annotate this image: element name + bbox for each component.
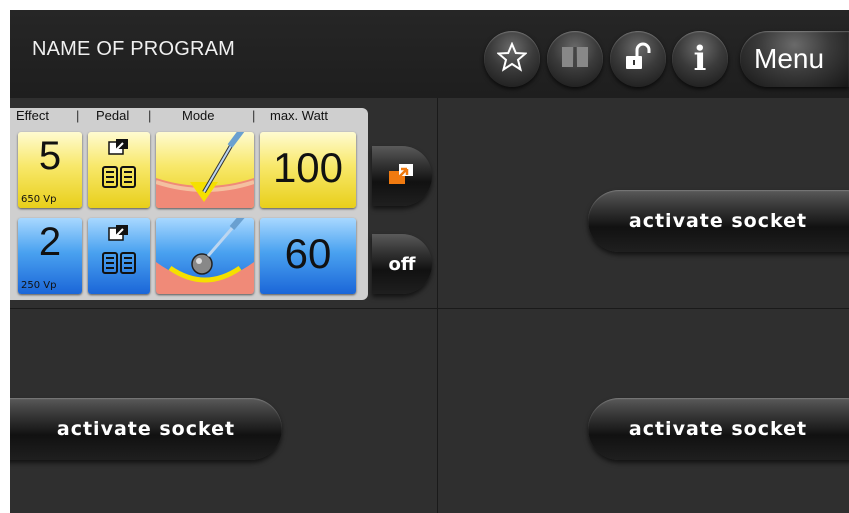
off-button[interactable]: off bbox=[372, 234, 432, 294]
footswitch-icon bbox=[102, 166, 136, 188]
mode-tile[interactable] bbox=[156, 218, 254, 294]
activate-socket-button-top-right[interactable]: activate socket bbox=[588, 190, 849, 252]
favorite-button[interactable] bbox=[484, 31, 540, 87]
pedal-tile[interactable] bbox=[88, 218, 150, 294]
grid-divider-vertical bbox=[437, 98, 438, 513]
switch-icon bbox=[387, 162, 417, 191]
max-watt-value: 60 bbox=[284, 230, 332, 277]
mode-tile[interactable] bbox=[156, 132, 254, 208]
program-panel: Effect | Pedal | Mode | max. Watt 5 650 … bbox=[10, 108, 368, 300]
switch-icon bbox=[108, 225, 128, 241]
voltage-value: 250 Vp bbox=[21, 280, 57, 291]
column-header-max-watt: max. Watt bbox=[270, 108, 329, 123]
pedal-icon bbox=[88, 224, 150, 274]
column-header-pedal: Pedal bbox=[96, 108, 130, 123]
column-divider: | bbox=[252, 108, 256, 123]
activate-socket-button-bottom-left[interactable]: activate socket bbox=[10, 398, 282, 460]
star-icon bbox=[495, 41, 529, 76]
info-icon: i bbox=[693, 39, 707, 79]
pedal-icon bbox=[88, 138, 150, 188]
lock-button[interactable] bbox=[610, 31, 666, 87]
column-header-mode: Mode bbox=[182, 108, 215, 123]
switch-icon bbox=[108, 139, 128, 155]
max-watt-value: 100 bbox=[272, 144, 344, 191]
max-watt-tile[interactable]: 60 bbox=[260, 218, 356, 294]
effect-value: 5 bbox=[38, 134, 62, 178]
activate-socket-button-bottom-right[interactable]: activate socket bbox=[588, 398, 849, 460]
footswitch-icon bbox=[102, 252, 136, 274]
socket-grid: Effect | Pedal | Mode | max. Watt 5 650 … bbox=[10, 98, 849, 513]
pedal-tile[interactable] bbox=[88, 132, 150, 208]
info-button[interactable]: i bbox=[672, 31, 728, 87]
voltage-value: 650 Vp bbox=[21, 194, 57, 205]
ball-electrode-icon bbox=[156, 218, 254, 294]
book-icon bbox=[560, 43, 590, 75]
header-bar: NAME OF PROGRAM i Menu bbox=[10, 10, 849, 98]
effect-tile[interactable]: 2 250 Vp bbox=[18, 218, 82, 294]
column-divider: | bbox=[76, 108, 80, 123]
program-name: NAME OF PROGRAM bbox=[32, 38, 236, 60]
unlock-icon bbox=[623, 42, 653, 76]
menu-button[interactable]: Menu bbox=[740, 31, 849, 87]
column-divider: | bbox=[148, 108, 152, 123]
switch-program-button[interactable] bbox=[372, 146, 432, 206]
max-watt-tile[interactable]: 100 bbox=[260, 132, 356, 208]
book-button[interactable] bbox=[547, 31, 603, 87]
device-screen: NAME OF PROGRAM i Menu Effect | Pedal | … bbox=[10, 10, 849, 513]
effect-tile[interactable]: 5 650 Vp bbox=[18, 132, 82, 208]
effect-value: 2 bbox=[38, 220, 62, 264]
grid-divider-horizontal bbox=[10, 308, 849, 309]
column-header-effect: Effect bbox=[16, 108, 50, 123]
cut-electrode-icon bbox=[156, 132, 254, 208]
